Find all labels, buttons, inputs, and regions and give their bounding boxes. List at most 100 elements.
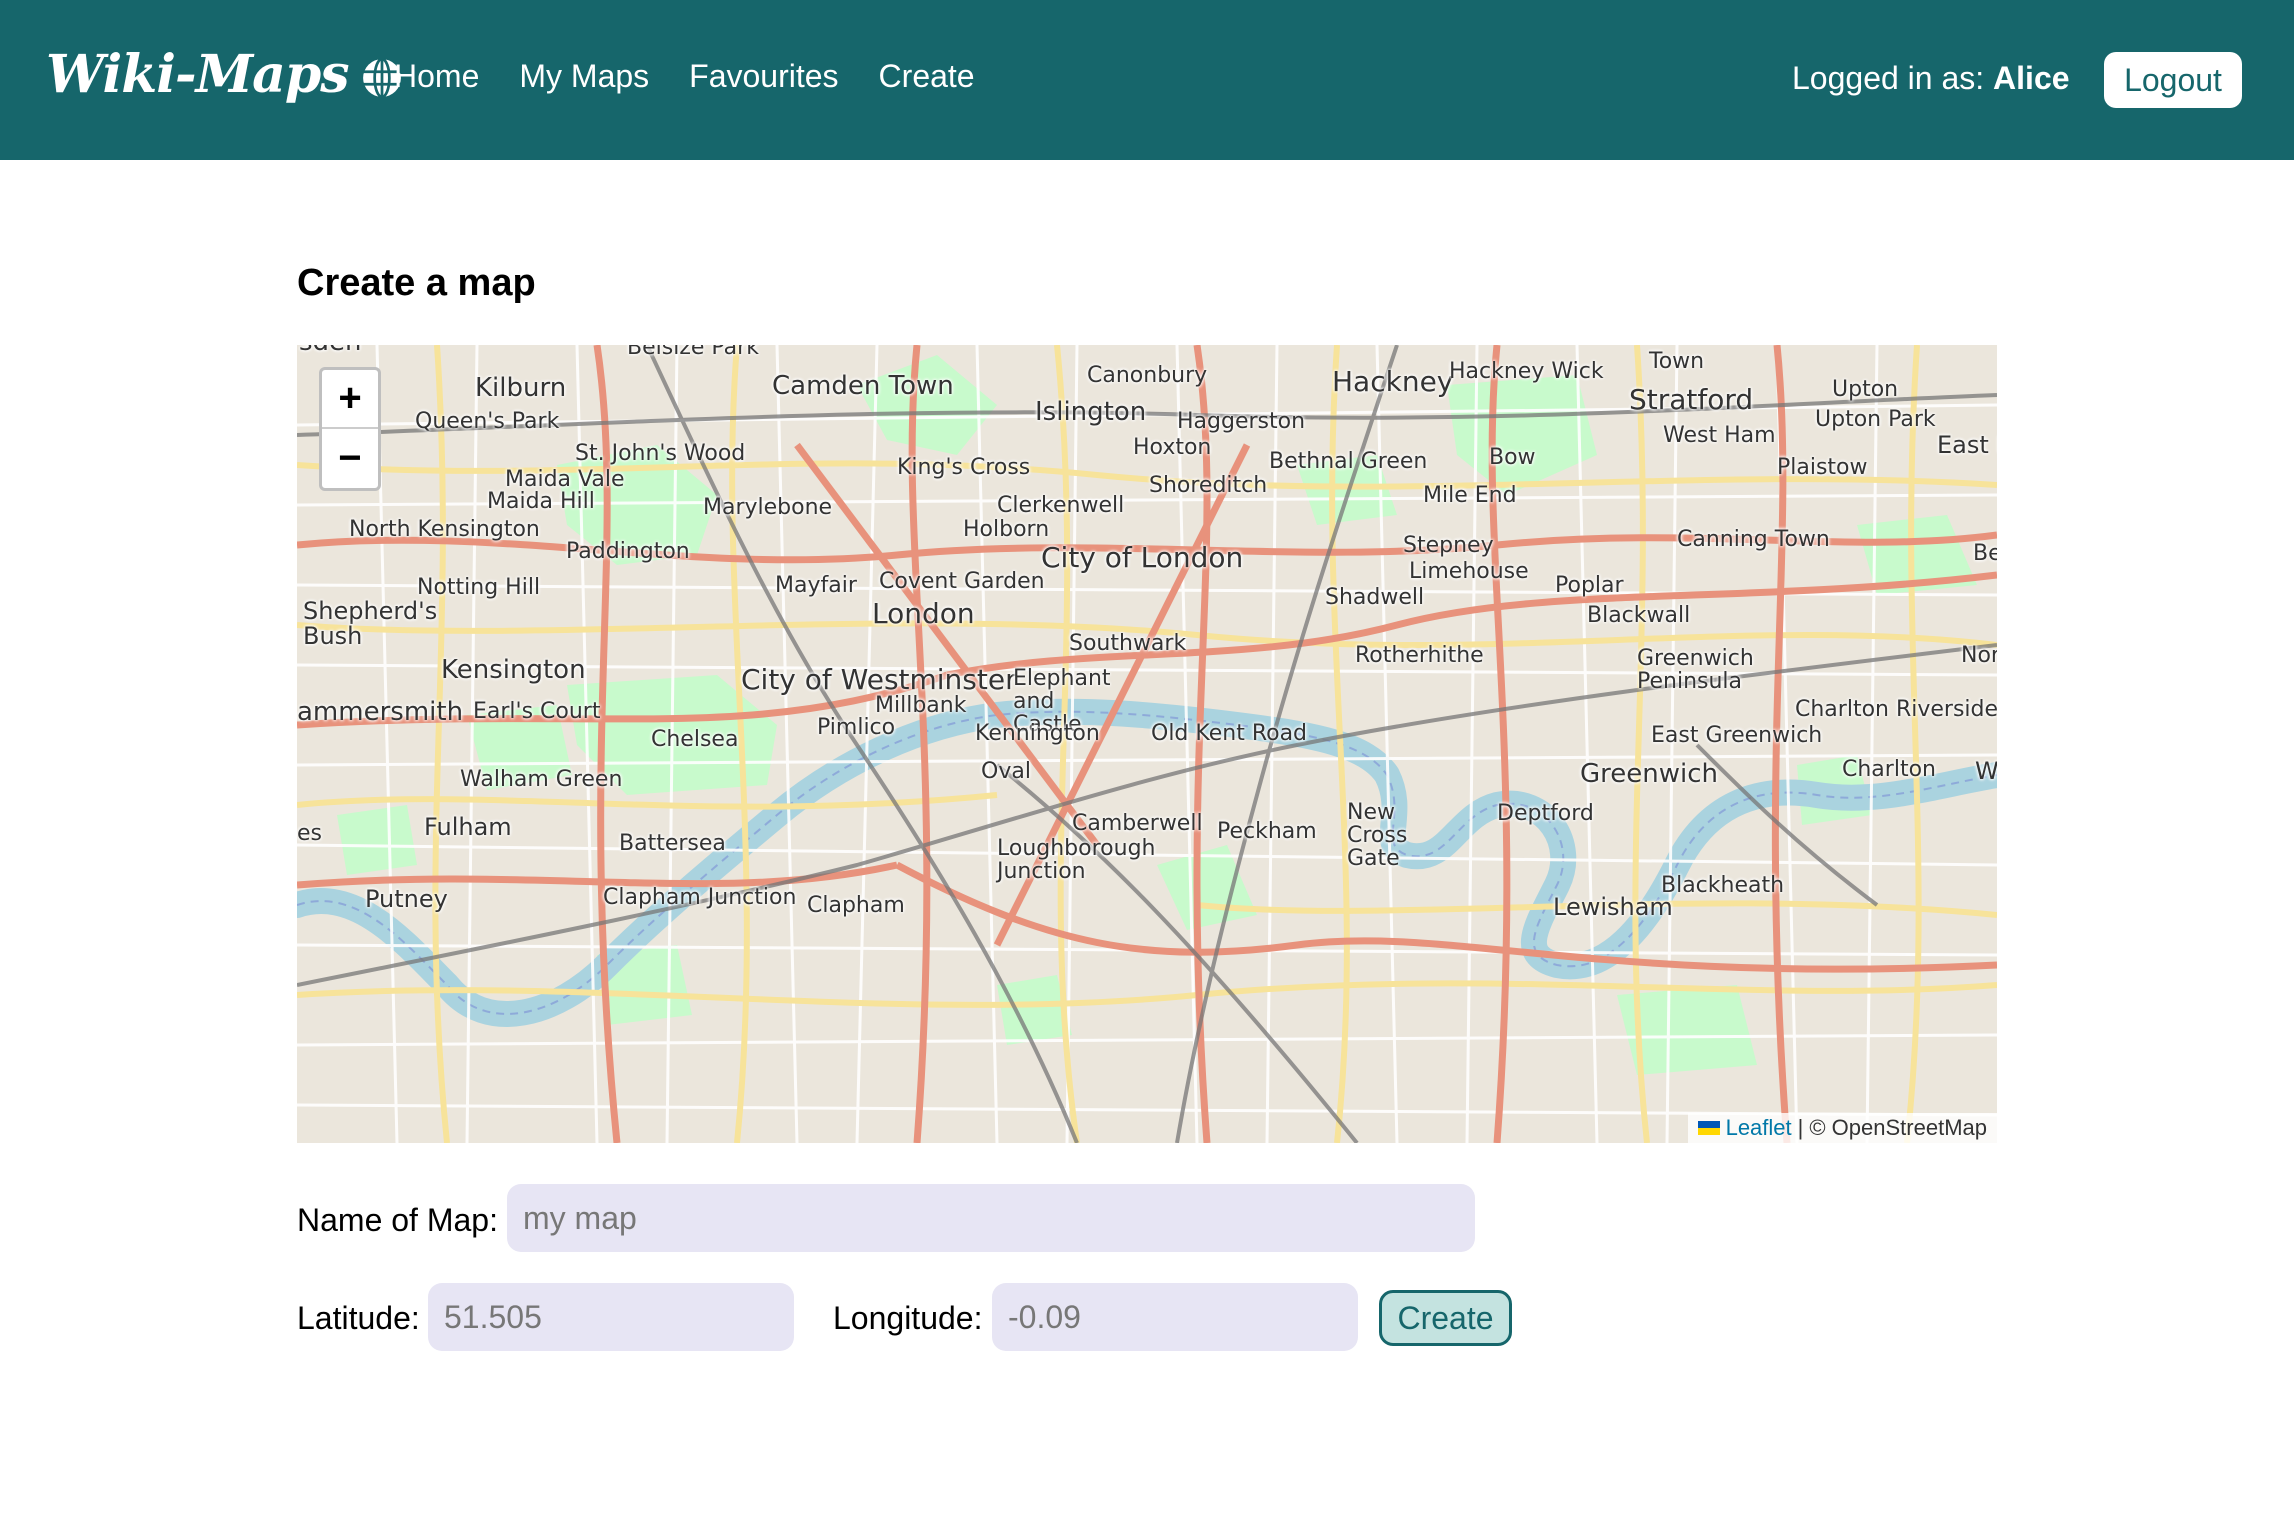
map-place-label: Rotherhithe <box>1355 643 1484 668</box>
logged-in-prefix: Logged in as: <box>1792 60 1985 96</box>
ukraine-flag-icon <box>1697 1121 1720 1135</box>
longitude-input[interactable] <box>992 1283 1358 1351</box>
map-name-input[interactable] <box>507 1184 1475 1252</box>
map-place-label: Nor <box>1961 643 1997 668</box>
map-place-label: Be <box>1973 541 1997 566</box>
map-place-label: Haggerston <box>1177 409 1306 434</box>
map-place-label: Charlton Riverside <box>1795 697 1997 722</box>
map-place-label: Upton <box>1832 377 1899 402</box>
nav-links: Home My Maps Favourites Create <box>394 58 975 95</box>
map-place-label: Plaistow <box>1777 455 1868 480</box>
zoom-in-button[interactable]: + <box>322 370 378 429</box>
map-place-label: Greenwich <box>1580 759 1718 789</box>
logout-button[interactable]: Logout <box>2104 52 2242 108</box>
map-place-label: W <box>1975 757 1997 785</box>
map-place-label: Lewisham <box>1553 893 1673 921</box>
map-place-label: Clapham <box>807 893 905 918</box>
map-place-label: East Greenwich <box>1651 723 1823 748</box>
nav-create[interactable]: Create <box>879 58 975 95</box>
map-place-label: Paddington <box>566 539 690 564</box>
create-map-button[interactable]: Create <box>1379 1290 1512 1346</box>
map-place-label: Old Kent Road <box>1151 721 1308 746</box>
logged-in-status: Logged in as: Alice <box>1792 60 2070 97</box>
map-place-label: Blackwall <box>1587 603 1691 628</box>
map-place-label: Queen's Park <box>415 409 560 434</box>
map-place-label: Deptford <box>1497 801 1594 826</box>
nav-favourites[interactable]: Favourites <box>689 58 838 95</box>
map-place-label: East I <box>1937 431 1997 459</box>
map-place-label: Loughborough Junction <box>997 836 1156 885</box>
map-place-label: Belsize Park <box>627 345 759 360</box>
map-place-label: London <box>872 597 975 630</box>
map-place-label: Shadwell <box>1325 585 1425 610</box>
map-place-label: Camden Town <box>772 371 954 401</box>
map-place-label: Islington <box>1035 397 1147 427</box>
latitude-label: Latitude: <box>297 1300 420 1336</box>
map-place-label: Chelsea <box>651 727 739 752</box>
map-place-label: New Cross Gate <box>1347 800 1408 872</box>
osm-attribution: © OpenStreetMap <box>1809 1115 1987 1140</box>
map-attribution: Leaflet | © OpenStreetMap <box>1687 1113 1997 1143</box>
map-place-label: Bethnal Green <box>1269 449 1428 474</box>
zoom-out-button[interactable]: − <box>322 429 378 488</box>
leaflet-link[interactable]: Leaflet <box>1726 1115 1792 1141</box>
map-place-label: King's Cross <box>897 455 1031 480</box>
brand-name[interactable]: Wiki-Maps <box>46 44 349 105</box>
map-place-label: Mile End <box>1423 483 1517 508</box>
nav-my-maps[interactable]: My Maps <box>519 58 649 95</box>
map-place-label: Marylebone <box>703 495 833 520</box>
map-place-label: Putney <box>365 885 448 913</box>
map-view[interactable]: sden Belsize Park Kilburn Camden Town Canonb… <box>297 345 1997 1143</box>
nav-home[interactable]: Home <box>394 58 479 95</box>
map-place-label: Limehouse <box>1409 559 1529 584</box>
map-place-label: Pimlico <box>817 715 896 740</box>
map-place-label: Shepherd's Bush <box>303 597 438 651</box>
map-place-label: es <box>297 821 322 846</box>
map-place-label: sden <box>299 345 362 357</box>
map-place-label: Camberwell <box>1072 811 1203 836</box>
map-place-label: Greenwich Peninsula <box>1637 646 1754 695</box>
map-place-label: Stratford <box>1629 383 1754 416</box>
map-place-label: Maida Hill <box>487 489 595 514</box>
map-place-label: Fulham <box>424 813 512 841</box>
map-place-label: Kilburn <box>475 373 567 403</box>
map-place-label: City of London <box>1041 541 1244 574</box>
map-place-label: Mayfair <box>775 573 857 598</box>
brand-logo[interactable]: Wiki-Maps <box>46 44 403 105</box>
map-place-label: North Kensington <box>349 517 540 542</box>
map-place-label: Charlton <box>1842 757 1936 782</box>
map-place-label: Battersea <box>619 831 726 856</box>
map-place-label: Walham Green <box>460 767 623 792</box>
map-place-label: Southwark <box>1069 631 1187 656</box>
map-place-label: Oval <box>981 759 1031 784</box>
map-place-label: Upton Park <box>1815 407 1936 432</box>
map-place-label: Town <box>1649 349 1705 374</box>
attribution-separator: | <box>1797 1115 1804 1140</box>
map-place-label: Blackheath <box>1661 873 1785 898</box>
map-place-label: Kennington <box>975 721 1100 746</box>
map-place-label: Hackney Wick <box>1449 359 1604 384</box>
map-place-label: ammersmith <box>297 697 464 727</box>
map-place-label: Stepney <box>1403 533 1494 558</box>
map-place-label: Hoxton <box>1133 435 1212 460</box>
map-place-label: Covent Garden <box>879 569 1045 594</box>
map-place-label: Bow <box>1489 445 1536 470</box>
map-place-label: West Ham <box>1663 423 1776 448</box>
map-place-label: Poplar <box>1555 573 1624 598</box>
map-place-label: Clapham Junction <box>603 885 797 910</box>
logged-in-username: Alice <box>1993 60 2070 96</box>
zoom-control: + − <box>319 367 381 491</box>
page-title: Create a map <box>297 262 536 304</box>
map-name-label: Name of Map: <box>297 1202 498 1238</box>
map-place-label: Holborn <box>963 517 1050 542</box>
longitude-label: Longitude: <box>833 1300 983 1336</box>
map-place-label: Peckham <box>1217 819 1317 844</box>
map-place-label: Shoreditch <box>1149 473 1268 498</box>
map-place-label: Earl's Court <box>473 699 601 724</box>
map-place-label: Hackney <box>1332 365 1454 398</box>
map-place-label: City of Westminster <box>741 663 1017 696</box>
map-place-label: Canonbury <box>1087 363 1208 388</box>
map-place-label: Kensington <box>441 655 586 685</box>
map-place-label: Canning Town <box>1677 527 1830 552</box>
latitude-input[interactable] <box>428 1283 794 1351</box>
